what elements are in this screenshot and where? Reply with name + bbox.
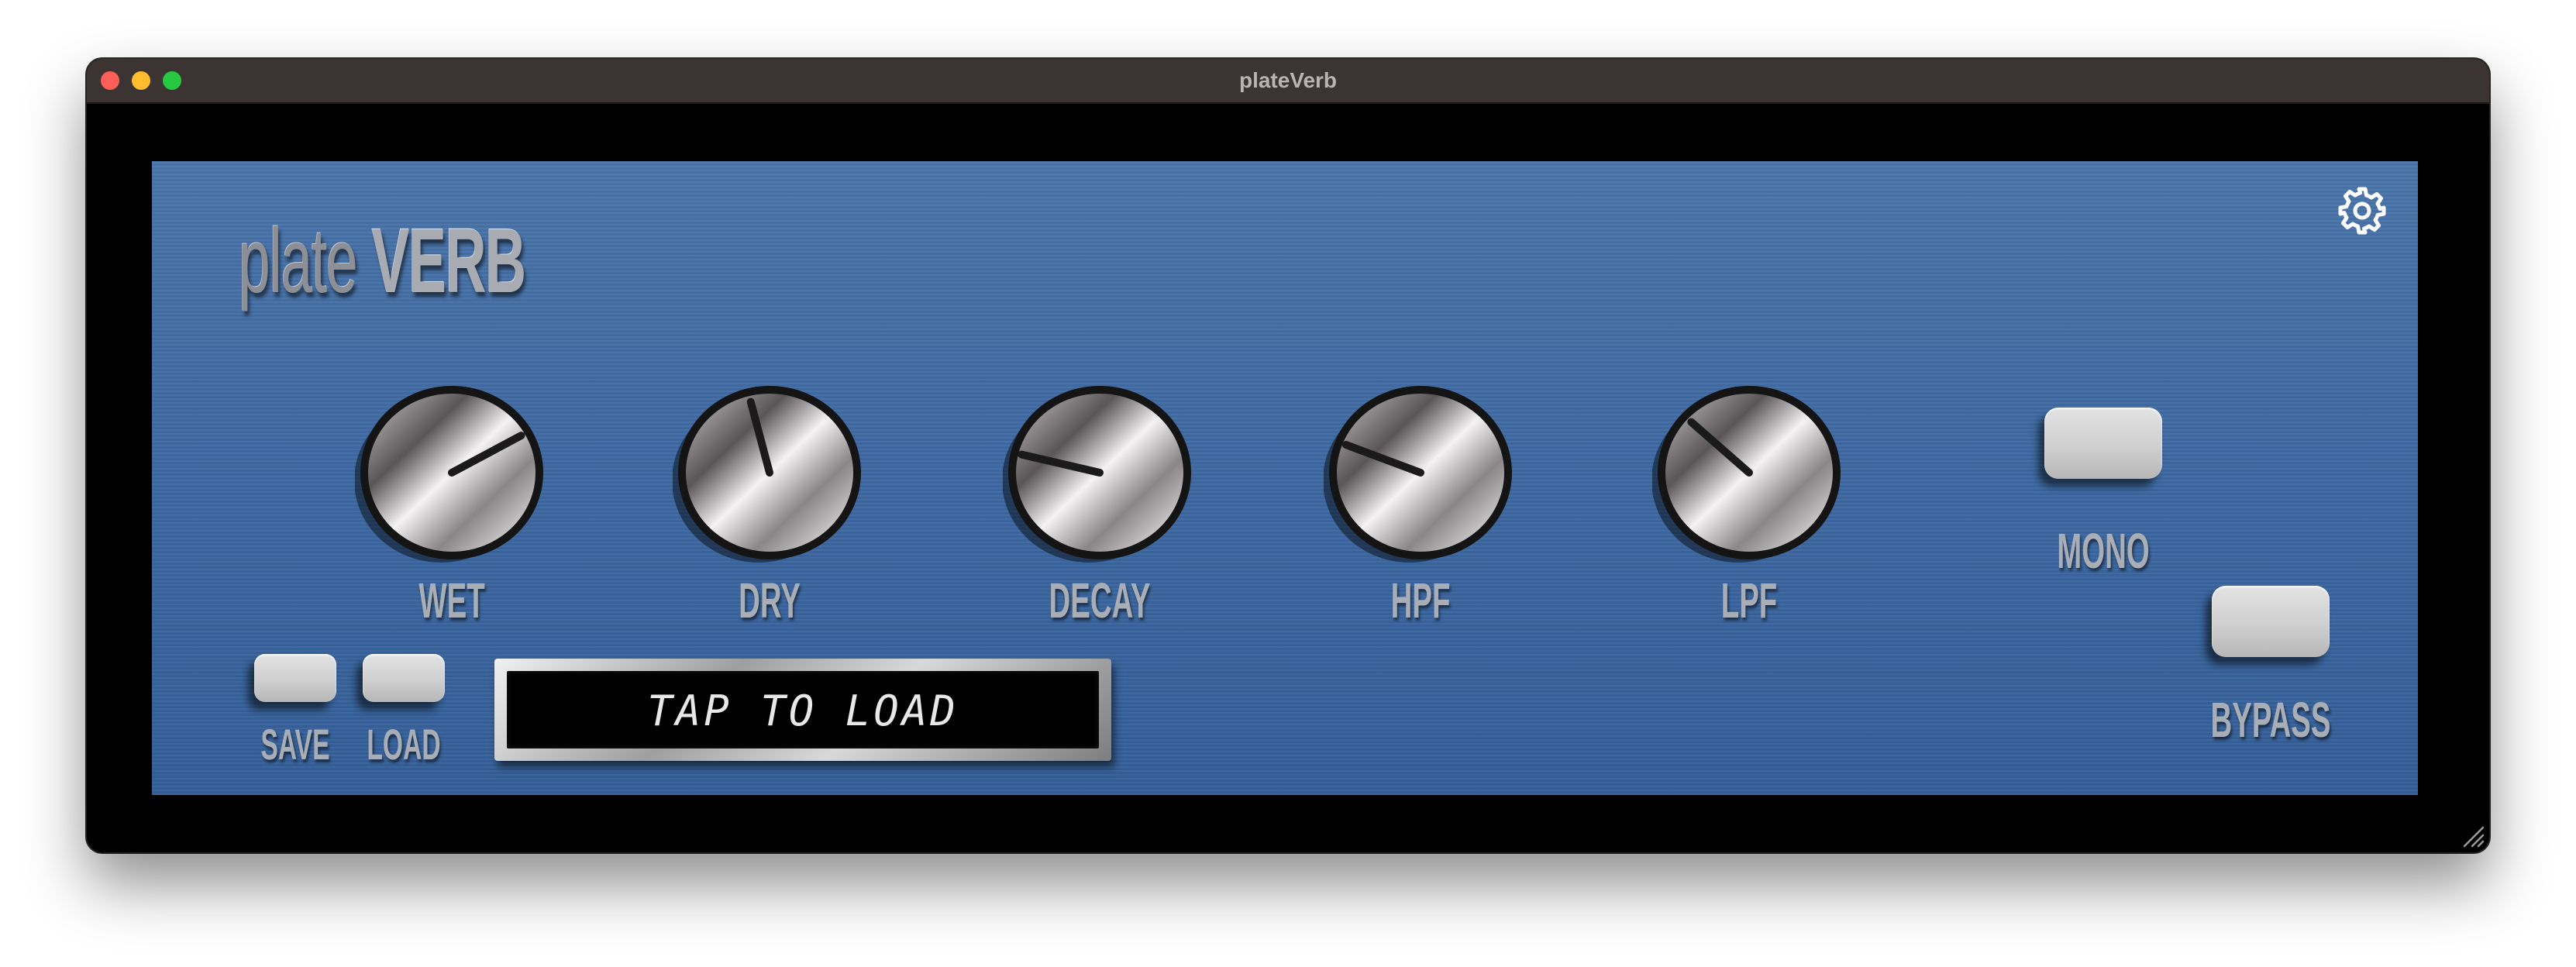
dry-knob[interactable]: DRY — [673, 381, 882, 628]
lpf-label: LPF — [1720, 573, 1778, 628]
plugin-panel: plate VERB WET DRY DECAY HPF LPF MONO BY… — [152, 161, 2418, 795]
gear-icon[interactable] — [2337, 186, 2387, 236]
plateverb-logo: plate VERB — [239, 210, 527, 312]
window-title: plateVerb — [1238, 68, 1338, 92]
logo-verb: VERB — [371, 210, 527, 312]
hpf-knob-graphic[interactable] — [1324, 381, 1517, 564]
hpf-label: HPF — [1390, 573, 1451, 628]
preset-display-text: TAP TO LOAD — [647, 687, 959, 735]
save-button[interactable] — [254, 654, 336, 702]
plugin-window: plateVerb plate VERB WET DRY DECAY HPF L… — [87, 59, 2489, 852]
lpf-knob[interactable]: LPF — [1652, 381, 1861, 628]
bypass-button[interactable] — [2212, 586, 2330, 657]
mono-button[interactable] — [2044, 408, 2162, 479]
wet-label: WET — [418, 573, 485, 628]
preset-display-screen: TAP TO LOAD — [507, 671, 1099, 748]
title-bar: plateVerb — [87, 59, 2489, 104]
mono-label: MONO — [2057, 523, 2150, 579]
load-button[interactable] — [363, 654, 445, 702]
save-label: SAVE — [260, 720, 330, 769]
preset-display[interactable]: TAP TO LOAD — [494, 659, 1111, 761]
resize-grip-icon[interactable] — [2461, 824, 2485, 848]
lpf-knob-graphic[interactable] — [1652, 381, 1846, 564]
logo-plate: plate — [239, 210, 358, 312]
dry-label: DRY — [739, 573, 801, 628]
decay-knob[interactable]: DECAY — [1003, 381, 1212, 628]
decay-knob-graphic[interactable] — [1003, 381, 1197, 564]
wet-knob[interactable]: WET — [355, 381, 564, 628]
load-label: LOAD — [367, 720, 441, 769]
bypass-label: BYPASS — [2210, 692, 2331, 748]
hpf-knob[interactable]: HPF — [1324, 381, 1533, 628]
wet-knob-graphic[interactable] — [355, 381, 549, 564]
dry-knob-graphic[interactable] — [673, 381, 866, 564]
decay-label: DECAY — [1049, 573, 1151, 628]
